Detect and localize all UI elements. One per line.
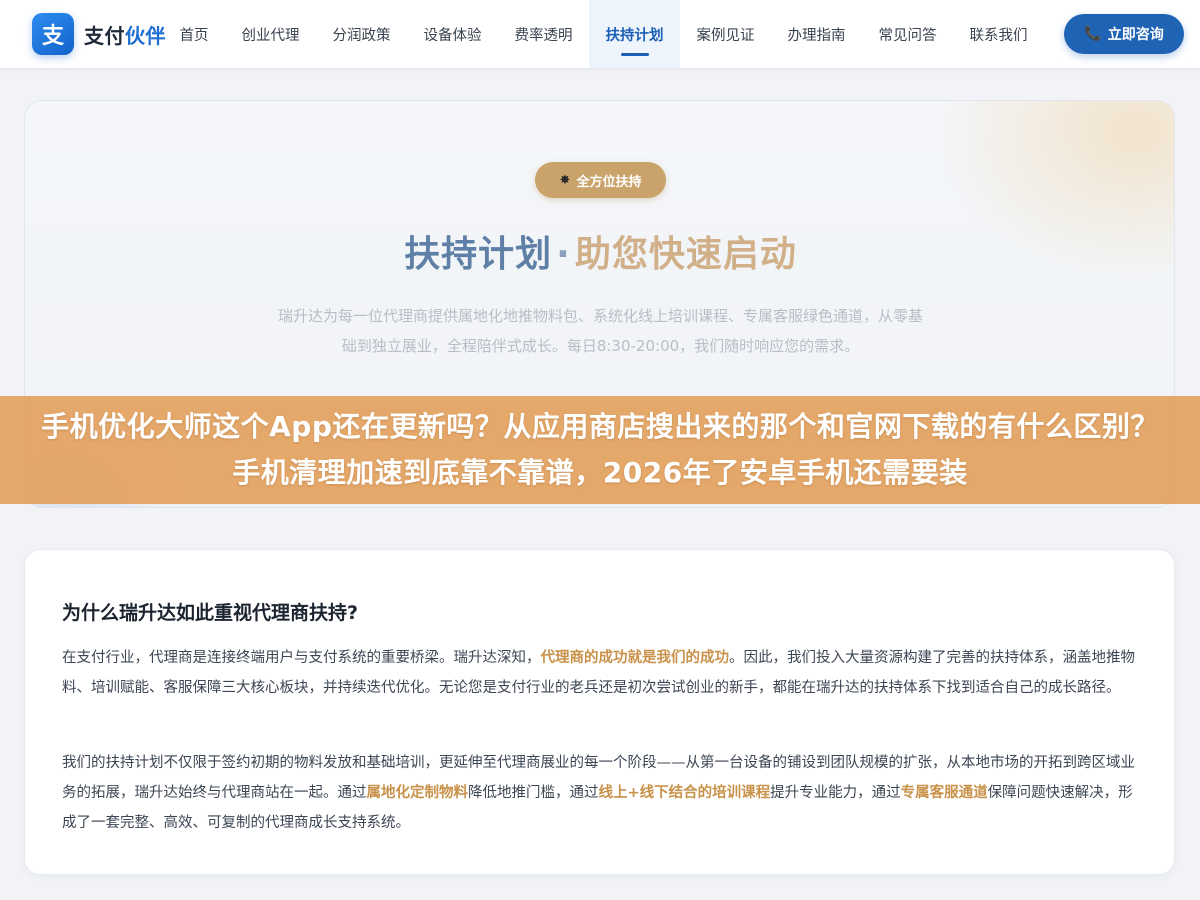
brand-logo[interactable]: 支 支付伙伴 <box>32 13 166 55</box>
brand-name: 支付伙伴 <box>84 20 166 49</box>
overlay-banner: 手机优化大师这个App还在更新吗？从应用商店搜出来的那个和官网下载的有什么区别？… <box>0 396 1200 504</box>
nav-item-guide[interactable]: 办理指南 <box>771 0 862 68</box>
paragraph-2-text-b: 降低地推门槛，通过 <box>468 785 599 801</box>
paragraph-1: 在支付行业，代理商是连接终端用户与支付系统的重要桥梁。瑞升达深知，代理商的成功就… <box>62 643 1140 703</box>
section-heading: 为什么瑞升达如此重视代理商扶持? <box>62 602 359 624</box>
nav-item-cases[interactable]: 案例见证 <box>680 0 771 68</box>
paragraph-2: 我们的扶持计划不仅限于签约初期的物料发放和基础培训，更延伸至代理商展业的每一个阶… <box>62 748 1140 838</box>
hero-badge: ✸ 全方位扶持 <box>535 162 666 198</box>
hero-title-highlight: 助您快速启动 <box>574 234 797 275</box>
nav-item-support-plan[interactable]: 扶持计划 <box>589 0 680 68</box>
paragraph-2-text-c: 提升专业能力，通过 <box>770 785 901 801</box>
consult-now-label: 立即咨询 <box>1107 27 1164 43</box>
hero-title: 扶持计划 · 助您快速启动 <box>25 225 1174 277</box>
paragraph-2-highlight-2: 线上+线下结合的培训课程 <box>598 785 771 801</box>
nav-item-profit-policy[interactable]: 分润政策 <box>316 0 407 68</box>
why-support-card: 为什么瑞升达如此重视代理商扶持? 在支付行业，代理商是连接终端用户与支付系统的重… <box>24 549 1175 875</box>
top-navbar: 支 支付伙伴 首页 创业代理 分润政策 设备体验 费率透明 扶持计划 案例见证 … <box>0 0 1200 68</box>
brand-name-part1: 支付 <box>84 23 125 48</box>
paragraph-2-highlight-3: 专属客服通道 <box>900 785 988 801</box>
nav-item-device-trial[interactable]: 设备体验 <box>407 0 498 68</box>
hero-title-main: 扶持计划 <box>404 234 553 275</box>
sparkle-icon: ✸ <box>559 172 571 188</box>
paragraph-2-highlight-1: 属地化定制物料 <box>366 785 469 801</box>
phone-icon: 📞 <box>1084 26 1102 42</box>
nav-item-home[interactable]: 首页 <box>163 0 225 68</box>
main-nav: 首页 创业代理 分润政策 设备体验 费率透明 扶持计划 案例见证 办理指南 常见… <box>163 0 1044 68</box>
nav-item-faq[interactable]: 常见问答 <box>862 0 953 68</box>
paragraph-1-highlight: 代理商的成功就是我们的成功 <box>540 650 730 666</box>
hero-title-separator: · <box>556 234 571 275</box>
overlay-banner-text: 手机优化大师这个App还在更新吗？从应用商店搜出来的那个和官网下载的有什么区别？… <box>41 410 1159 489</box>
brand-name-part2: 伙伴 <box>125 23 166 48</box>
nav-item-rates[interactable]: 费率透明 <box>498 0 589 68</box>
consult-now-button[interactable]: 📞 立即咨询 <box>1064 14 1184 54</box>
hero-description: 瑞升达为每一位代理商提供属地化地推物料包、系统化线上培训课程、专属客服绿色通道，… <box>277 307 923 355</box>
nav-item-agency[interactable]: 创业代理 <box>225 0 316 68</box>
paragraph-1-text-a: 在支付行业，代理商是连接终端用户与支付系统的重要桥梁。瑞升达深知， <box>62 650 541 666</box>
logo-icon: 支 <box>32 13 74 55</box>
hero-badge-label: 全方位扶持 <box>576 174 642 190</box>
nav-item-contact[interactable]: 联系我们 <box>953 0 1044 68</box>
